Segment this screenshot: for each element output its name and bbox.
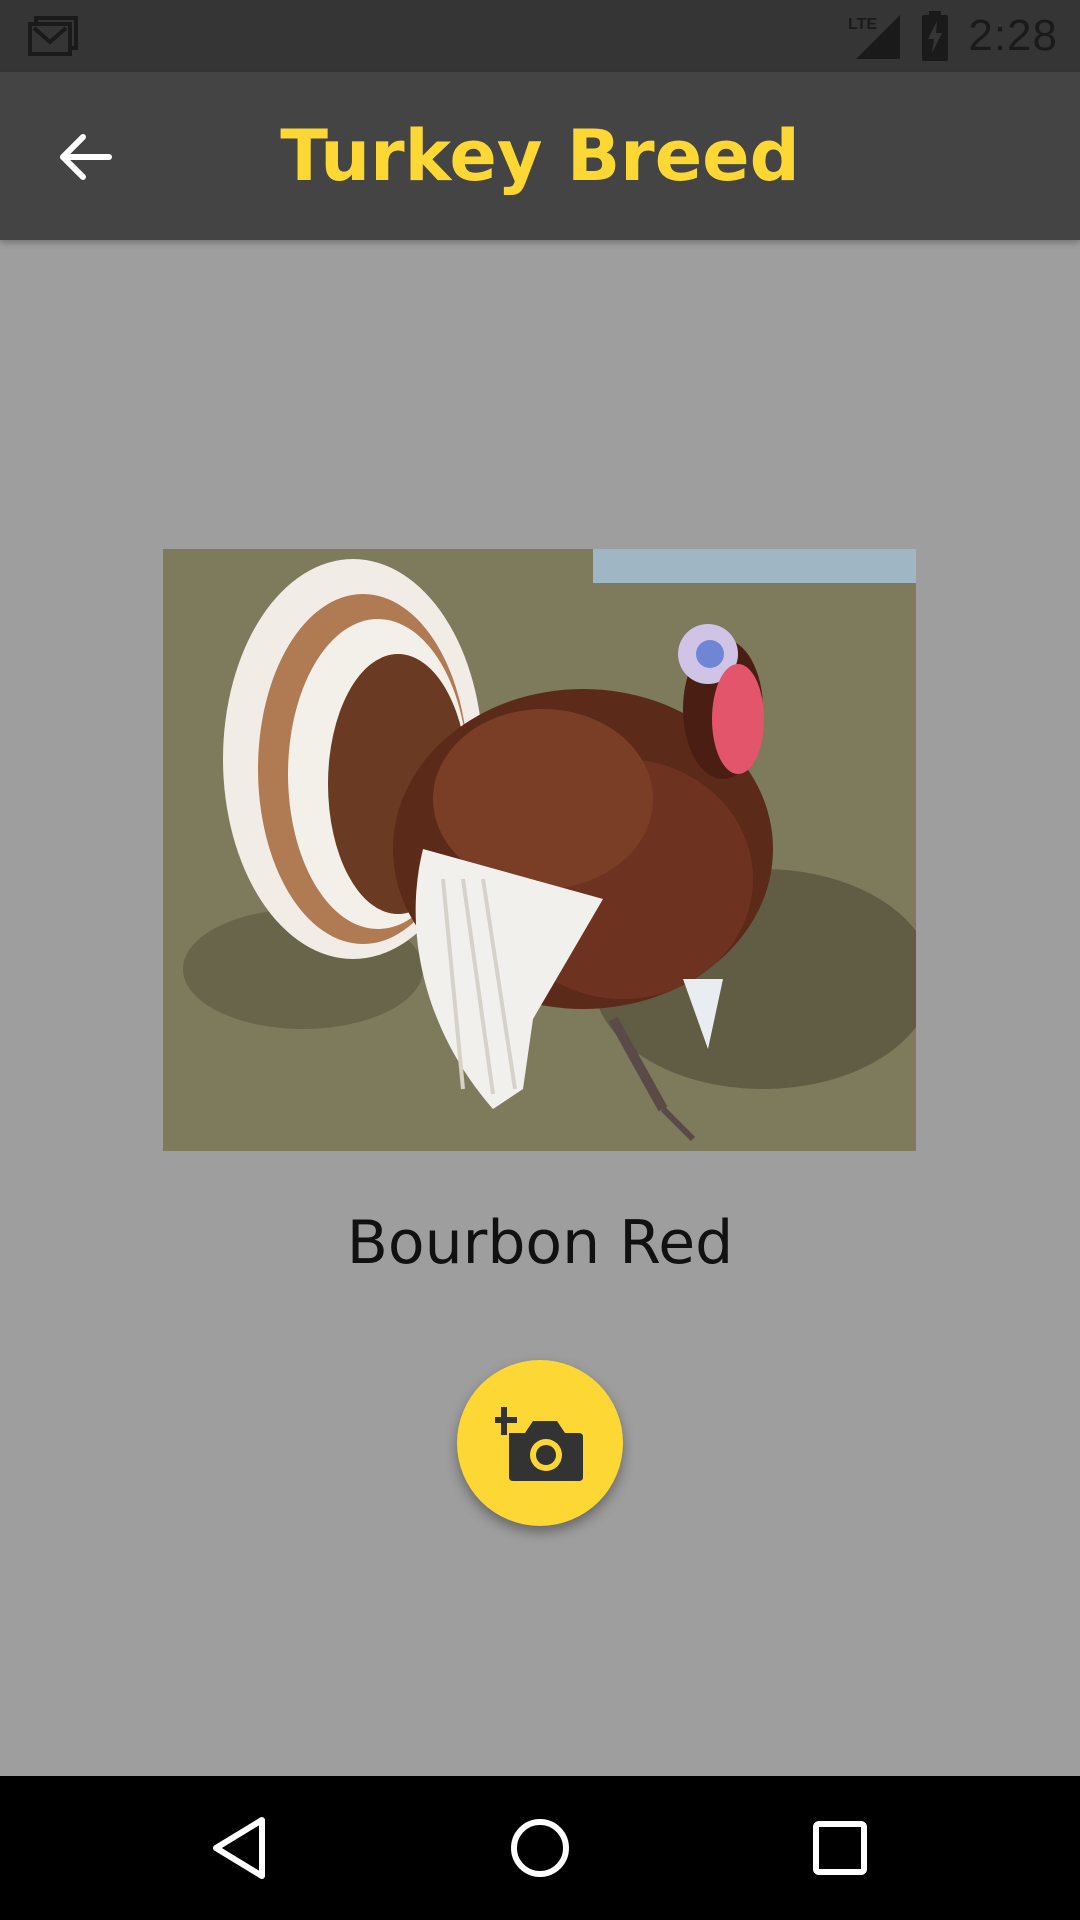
page-title: Turkey Breed [280, 115, 800, 197]
nav-recents-button[interactable] [790, 1798, 890, 1898]
back-triangle-icon [213, 1817, 265, 1879]
gmail-notification-icon [26, 14, 80, 58]
add-a-photo-icon [495, 1407, 583, 1481]
turkey-photo [163, 549, 916, 1151]
status-right-group: LTE 2:28 [846, 0, 1058, 72]
status-bar: LTE 2:28 [0, 0, 1080, 72]
svg-text:LTE: LTE [848, 16, 877, 33]
app-bar: Turkey Breed [0, 72, 1080, 240]
home-circle-icon [511, 1819, 569, 1877]
lte-signal-icon: LTE [848, 15, 901, 59]
arrow-back-icon [60, 134, 112, 180]
system-nav-bar [0, 1776, 1080, 1920]
breed-name: Bourbon Red [346, 1208, 734, 1278]
add-photo-button[interactable] [457, 1360, 623, 1526]
back-button[interactable] [40, 112, 130, 202]
nav-home-button[interactable] [490, 1798, 590, 1898]
recents-square-icon [813, 1821, 867, 1875]
battery-charging-icon [922, 11, 949, 61]
nav-back-button[interactable] [190, 1798, 290, 1898]
status-time: 2:28 [968, 11, 1058, 60]
